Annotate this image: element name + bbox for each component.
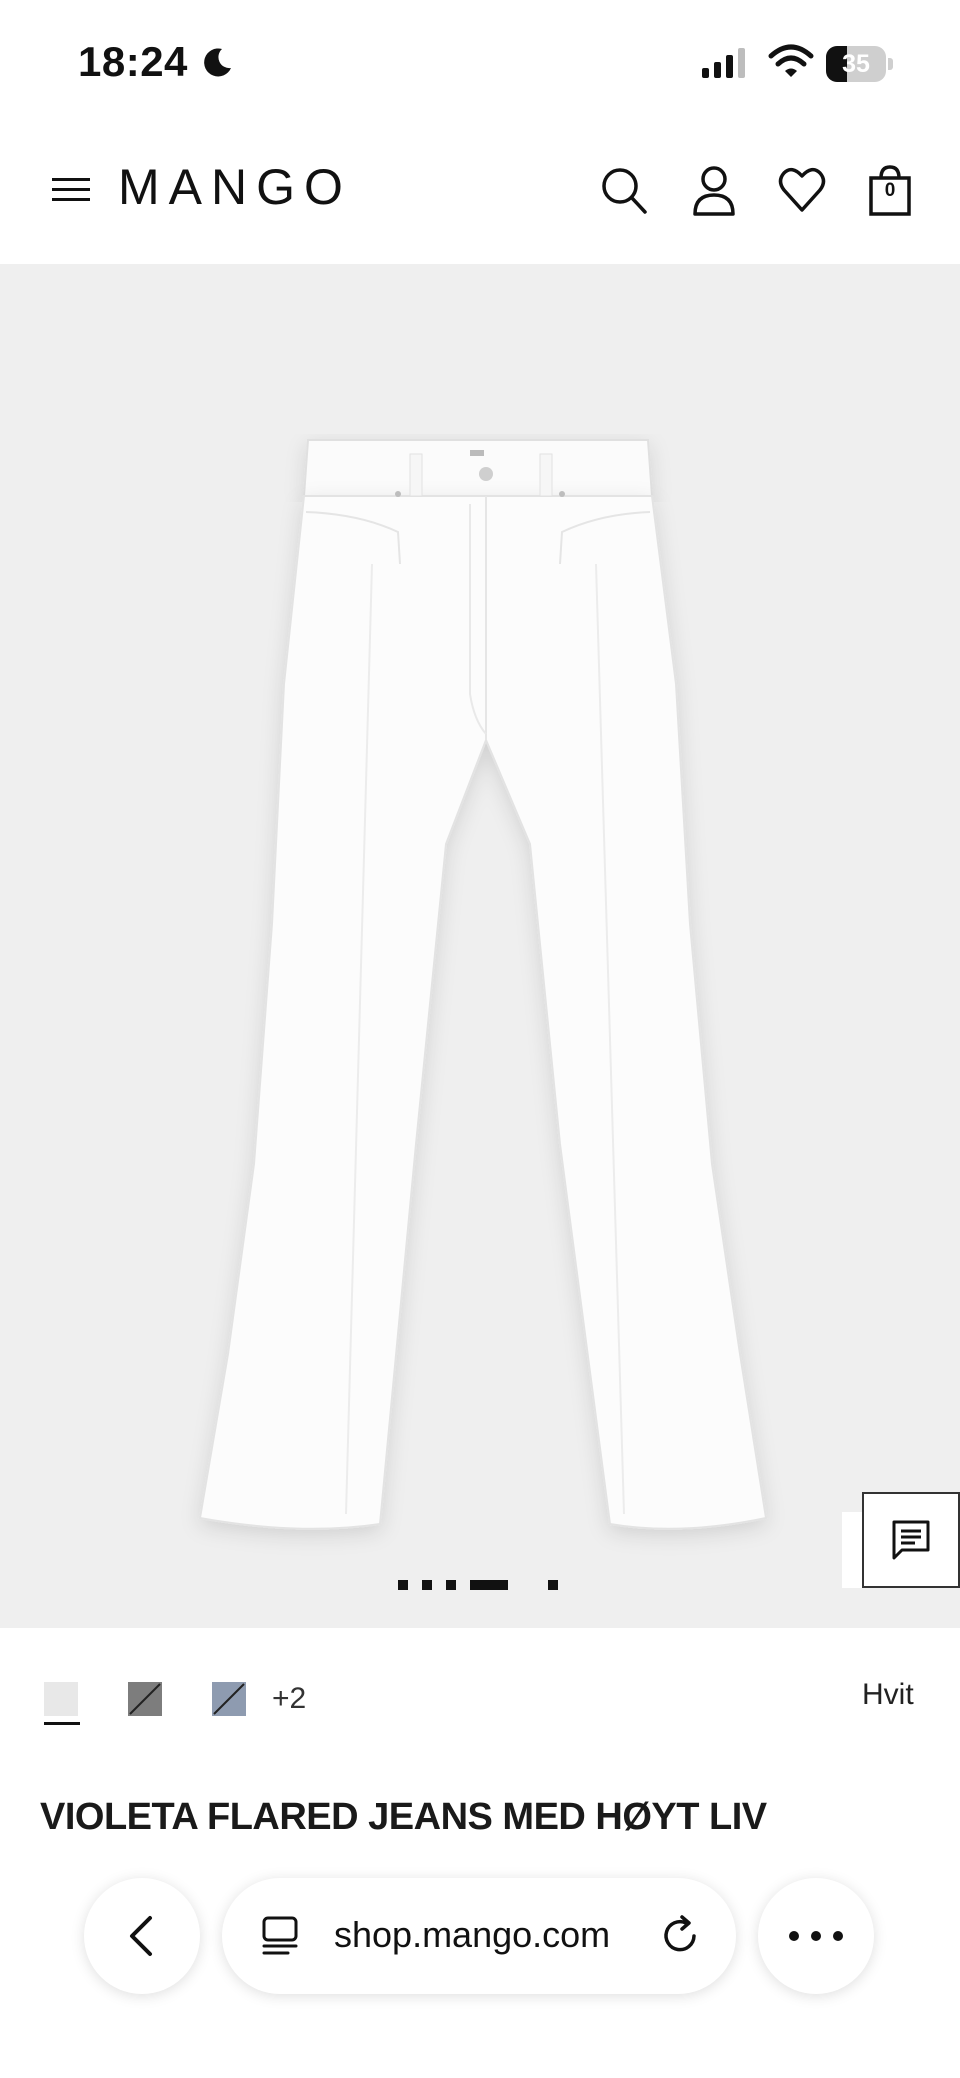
- reload-icon[interactable]: [658, 1914, 702, 1958]
- back-chevron-icon: [130, 1916, 152, 1956]
- pager-dot[interactable]: [398, 1580, 408, 1590]
- pager-dot[interactable]: [548, 1580, 558, 1590]
- account-icon[interactable]: [688, 162, 740, 218]
- pager-dot-active[interactable]: [470, 1580, 508, 1590]
- bag-count: 0: [884, 180, 896, 201]
- chat-button[interactable]: [862, 1492, 960, 1588]
- pager-dot[interactable]: [446, 1580, 456, 1590]
- selected-color-name: Hvit: [862, 1678, 914, 1711]
- browser-back-button[interactable]: [84, 1878, 200, 1994]
- more-colors-link[interactable]: +2: [272, 1682, 306, 1716]
- battery-level: 35: [842, 50, 870, 78]
- url-text: shop.mango.com: [334, 1914, 611, 1955]
- cellular-signal-icon: [702, 48, 745, 78]
- heart-icon[interactable]: [776, 162, 828, 218]
- menu-icon[interactable]: [50, 170, 94, 210]
- selected-swatch-indicator: [44, 1722, 80, 1725]
- browser-more-button[interactable]: [758, 1878, 874, 1994]
- search-icon[interactable]: [598, 162, 650, 218]
- more-dots-icon: [789, 1931, 843, 1941]
- mango-logo[interactable]: MANGO: [118, 158, 352, 216]
- tabs-icon[interactable]: [258, 1914, 302, 1958]
- color-swatch-white[interactable]: [44, 1682, 78, 1716]
- chat-icon: [892, 1520, 930, 1560]
- battery-icon: 35: [826, 46, 894, 82]
- product-image[interactable]: [0, 264, 960, 1628]
- shopping-bag-icon[interactable]: 0: [864, 162, 916, 218]
- wifi-icon: [768, 44, 814, 77]
- color-swatch-blue-grey[interactable]: [212, 1682, 246, 1716]
- moon-icon: [204, 48, 231, 77]
- status-time: 18:24: [78, 38, 188, 85]
- jeans-illustration: [198, 439, 768, 1530]
- product-title: VIOLETA FLARED JEANS MED HØYT LIV: [40, 1796, 767, 1838]
- pager-dot[interactable]: [422, 1580, 432, 1590]
- address-bar[interactable]: shop.mango.com: [222, 1878, 736, 1994]
- color-swatch-grey[interactable]: [128, 1682, 162, 1716]
